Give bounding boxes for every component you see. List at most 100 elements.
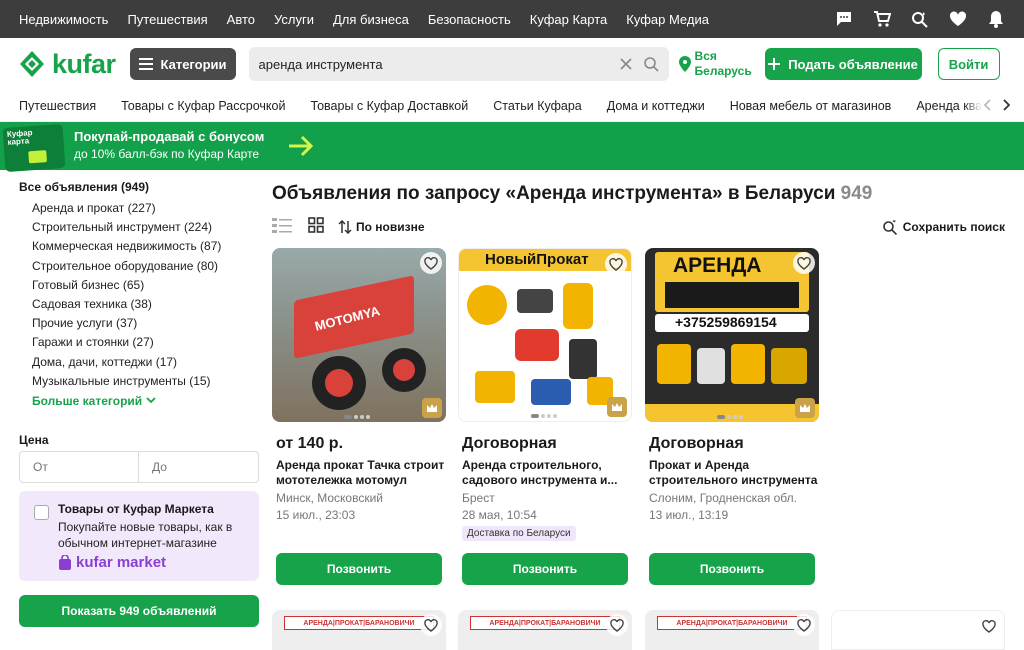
listing-card[interactable]: АРЕНДА +375259869154 Договорная Прокат и… <box>645 248 819 585</box>
listing-card[interactable] <box>831 610 1005 650</box>
top-link-auto[interactable]: Авто <box>227 12 255 27</box>
show-ads-button[interactable]: Показать 949 объявлений <box>19 595 259 627</box>
grid-view-icon[interactable] <box>308 216 324 238</box>
sidebar-category[interactable]: Садовая техника (38) <box>32 295 259 314</box>
sort-dropdown[interactable]: По новизне <box>338 220 425 234</box>
login-button[interactable]: Войти <box>937 48 1000 80</box>
banner-title: Покупай-продавай с бонусом <box>74 129 265 144</box>
card-text-line2: карта <box>7 136 30 147</box>
search-icon[interactable] <box>643 56 659 72</box>
heart-icon[interactable] <box>949 10 967 28</box>
top-link-travel[interactable]: Путешествия <box>127 12 207 27</box>
results-toolbar: По новизне Сохранить поиск <box>272 216 1005 238</box>
crown-icon <box>422 398 442 418</box>
top-link-safety[interactable]: Безопасность <box>428 12 511 27</box>
bonus-banner[interactable]: Куфар карта Покупай-продавай с бонусом до… <box>0 122 1024 173</box>
sidebar-category[interactable]: Строительный инструмент (224) <box>32 218 259 237</box>
listing-image[interactable]: НовыйПрокат <box>458 248 632 422</box>
top-links: Недвижимость Путешествия Авто Услуги Для… <box>19 12 709 27</box>
categories-button[interactable]: Категории <box>129 48 236 80</box>
listing-image[interactable]: MOTOMYA <box>272 248 446 422</box>
favorite-heart-icon[interactable] <box>978 615 1000 637</box>
location-line2: Беларусь <box>694 64 752 78</box>
kufar-market-logo: kufar market <box>58 554 245 571</box>
sidebar-category[interactable]: Строительное оборудование (80) <box>32 257 259 276</box>
listing-card[interactable]: MOTOMYA от 140 р. Аренда прокат Тачка ст… <box>272 248 446 585</box>
sidebar-category[interactable]: Готовый бизнес (65) <box>32 276 259 295</box>
listing-card[interactable]: НовыйПрокат Договорная Аренда строительн… <box>458 248 632 585</box>
market-checkbox[interactable] <box>34 505 49 520</box>
sidebar-category[interactable]: Музыкальные инструменты (15) <box>32 372 259 391</box>
list-view-icon[interactable] <box>272 217 292 238</box>
save-search-icon <box>882 220 897 235</box>
listing-image-text: АРЕНДА <box>673 254 762 277</box>
sidebar-all-ads[interactable]: Все объявления (949) <box>19 180 259 194</box>
listing-date: 15 июл., 23:03 <box>276 508 356 522</box>
price-to-input[interactable] <box>139 452 258 482</box>
top-link-services[interactable]: Услуги <box>274 12 314 27</box>
logo-text: kufar <box>52 48 116 79</box>
plus-icon <box>768 58 781 70</box>
favorite-heart-icon[interactable] <box>793 614 815 636</box>
top-link-media[interactable]: Куфар Медиа <box>626 12 709 27</box>
listing-image[interactable]: АРЕНДА +375259869154 <box>645 248 819 422</box>
favorite-heart-icon[interactable] <box>605 253 627 275</box>
favorite-heart-icon[interactable] <box>420 252 442 274</box>
sidebar-category[interactable]: Коммерческая недвижимость (87) <box>32 237 259 256</box>
chevron-down-icon <box>146 397 156 404</box>
sidebar-category[interactable]: Дома, дачи, коттеджи (17) <box>32 353 259 372</box>
save-search-button[interactable]: Сохранить поиск <box>882 219 1005 235</box>
favorite-heart-icon[interactable] <box>606 614 628 636</box>
call-button[interactable]: Позвонить <box>276 553 442 585</box>
call-button[interactable]: Позвонить <box>462 553 628 585</box>
listing-image-text: АРЕНДА|ПРОКАТ|БАРАНОВИЧИ <box>657 616 807 630</box>
cart-icon[interactable] <box>873 10 891 28</box>
favorite-heart-icon[interactable] <box>793 252 815 274</box>
page-title-text: Объявления по запросу «Аренда инструмент… <box>272 183 836 204</box>
listing-price: от 140 р. <box>276 435 344 452</box>
category-link[interactable]: Дома и коттеджи <box>607 99 705 113</box>
location-selector[interactable]: Вся Беларусь <box>678 49 759 79</box>
price-from-input[interactable] <box>20 452 139 482</box>
category-link[interactable]: Статьи Куфара <box>493 99 582 113</box>
menu-icon <box>138 58 153 70</box>
category-link[interactable]: Путешествия <box>19 99 96 113</box>
bell-icon[interactable] <box>987 10 1005 28</box>
top-bar: Недвижимость Путешествия Авто Услуги Для… <box>0 0 1024 38</box>
top-link-card[interactable]: Куфар Карта <box>530 12 607 27</box>
sidebar-category[interactable]: Прочие услуги (37) <box>32 314 259 333</box>
category-row: Путешествия Товары с Куфар Рассрочкой То… <box>0 90 1024 122</box>
listing-date: 13 июл., 13:19 <box>649 508 729 522</box>
listing-title[interactable]: Аренда прокат Тачка строит мототележка м… <box>276 458 446 488</box>
saved-search-icon[interactable] <box>911 10 929 28</box>
top-link-business[interactable]: Для бизнеса <box>333 12 409 27</box>
kufar-logo[interactable]: kufar <box>18 49 116 80</box>
clear-icon[interactable] <box>619 57 633 71</box>
listing-card[interactable]: АРЕНДА|ПРОКАТ|БАРАНОВИЧИ <box>458 610 632 650</box>
page-title: Объявления по запросу «Аренда инструмент… <box>272 183 872 205</box>
sidebar-category[interactable]: Аренда и прокат (227) <box>32 199 259 218</box>
search-input[interactable] <box>258 56 609 72</box>
search-box <box>248 47 669 81</box>
top-link-realty[interactable]: Недвижимость <box>19 12 108 27</box>
listing-price: Договорная <box>649 435 744 452</box>
chevron-right-icon[interactable] <box>1002 98 1011 114</box>
chevron-left-icon[interactable] <box>983 98 992 114</box>
category-link[interactable]: Товары с Куфар Рассрочкой <box>121 99 285 113</box>
more-categories-label: Больше категорий <box>32 393 143 408</box>
category-link[interactable]: Новая мебель от магазинов <box>730 99 892 113</box>
listing-title[interactable]: Прокат и Аренда строительного инструмент… <box>649 458 819 488</box>
more-categories-link[interactable]: Больше категорий <box>32 394 259 408</box>
listing-title[interactable]: Аренда строительного, садового инструмен… <box>462 458 632 488</box>
sort-label: По новизне <box>356 220 425 234</box>
favorite-heart-icon[interactable] <box>420 614 442 636</box>
listing-card[interactable]: АРЕНДА|ПРОКАТ|БАРАНОВИЧИ <box>272 610 446 650</box>
category-link[interactable]: Товары с Куфар Доставкой <box>310 99 468 113</box>
listing-card[interactable]: АРЕНДА|ПРОКАТ|БАРАНОВИЧИ <box>645 610 819 650</box>
post-ad-button[interactable]: Подать объявление <box>764 48 922 80</box>
arrow-right-icon <box>287 134 315 163</box>
chat-icon[interactable] <box>835 10 853 28</box>
sidebar-category[interactable]: Гаражи и стоянки (27) <box>32 333 259 352</box>
call-button[interactable]: Позвонить <box>649 553 815 585</box>
header: kufar Категории ВсяБеларусь Подать объяв… <box>0 38 1024 90</box>
